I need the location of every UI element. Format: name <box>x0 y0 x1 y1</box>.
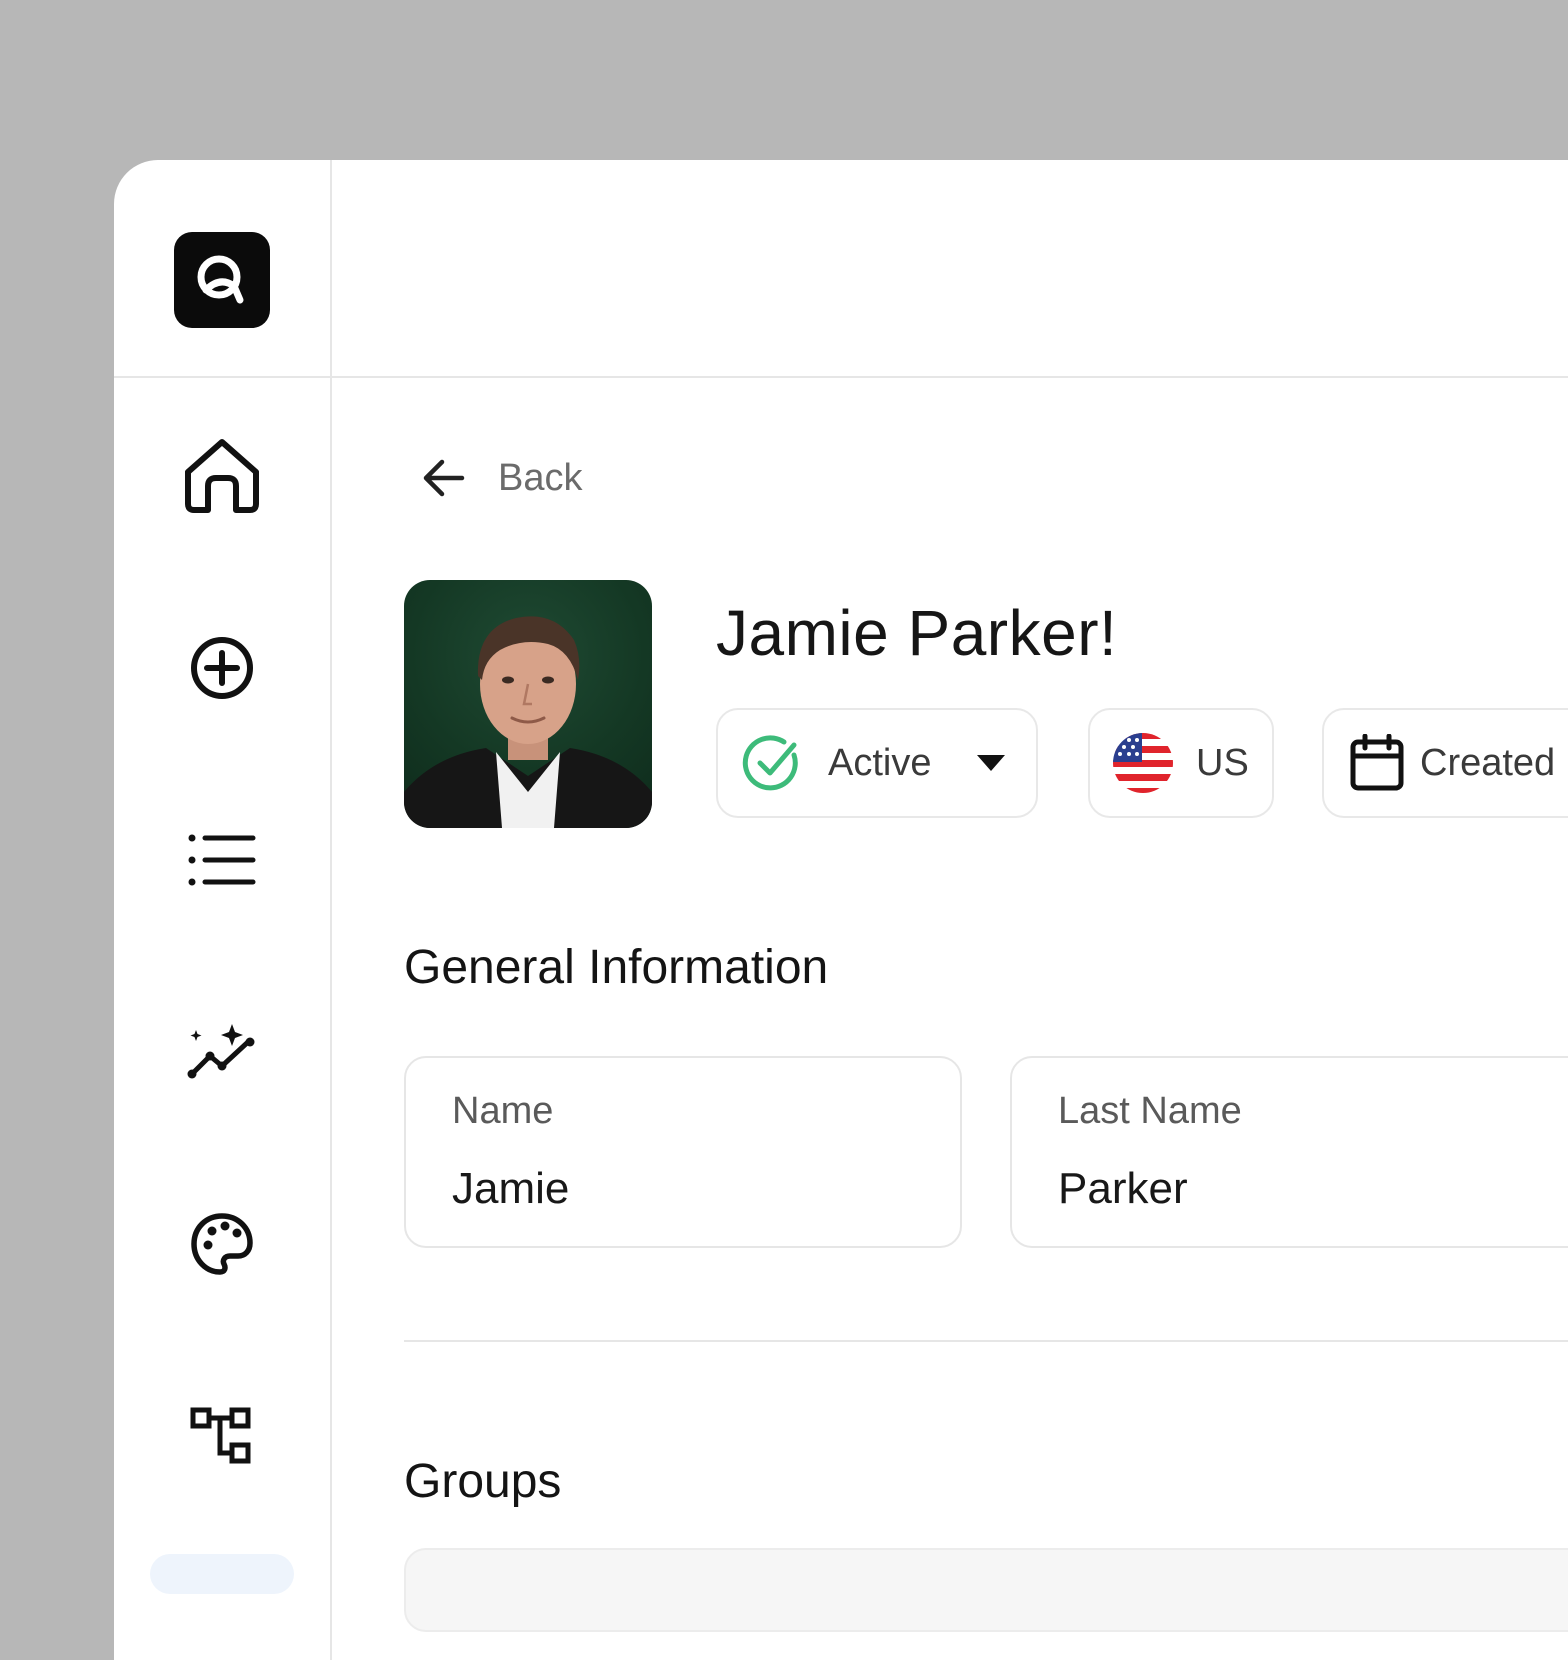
header-divider <box>332 376 1568 378</box>
home-icon <box>185 439 259 513</box>
country-label: US <box>1196 741 1249 784</box>
name-field-value: Jamie <box>452 1164 570 1213</box>
created-chip[interactable]: Created <box>1322 708 1568 818</box>
arrow-left-icon <box>423 459 465 497</box>
sidebar-item-home[interactable] <box>182 436 262 516</box>
sidebar-item-add[interactable] <box>182 628 262 708</box>
page-title: Jamie Parker! <box>716 597 1118 669</box>
hierarchy-icon <box>190 1407 251 1464</box>
groups-container[interactable] <box>404 1548 1568 1632</box>
plus-circle-icon <box>191 637 253 699</box>
calendar-icon <box>1350 734 1404 791</box>
back-label: Back <box>498 456 583 499</box>
general-information-title: General Information <box>404 941 829 994</box>
sidebar-item-active-partial[interactable] <box>150 1554 294 1594</box>
sidebar <box>114 160 332 1660</box>
sidebar-item-analytics[interactable] <box>182 1012 262 1092</box>
list-icon <box>188 834 256 886</box>
check-circle-icon <box>742 735 798 791</box>
logo-icon <box>197 255 244 304</box>
sidebar-item-hierarchy[interactable] <box>182 1396 262 1476</box>
avatar-portrait <box>404 616 652 828</box>
last-name-field[interactable]: Last Name Parker <box>1010 1056 1568 1248</box>
section-divider <box>404 1340 1568 1342</box>
us-flag-icon <box>1113 733 1173 793</box>
last-name-field-label: Last Name <box>1058 1090 1242 1132</box>
name-field[interactable]: Name Jamie <box>404 1056 962 1248</box>
app-logo[interactable] <box>174 232 270 328</box>
status-label: Active <box>828 741 932 784</box>
sidebar-header <box>114 160 330 378</box>
avatar <box>404 580 652 828</box>
last-name-field-value: Parker <box>1058 1164 1188 1213</box>
name-field-label: Name <box>452 1090 554 1132</box>
palette-icon <box>191 1213 253 1275</box>
caret-down-icon <box>977 755 1006 771</box>
sidebar-item-theme[interactable] <box>182 1204 262 1284</box>
country-chip[interactable]: US <box>1088 708 1274 818</box>
created-label: Created <box>1420 741 1556 784</box>
groups-title: Groups <box>404 1455 562 1508</box>
status-dropdown[interactable]: Active <box>716 708 1038 818</box>
back-button[interactable]: Back <box>420 450 582 506</box>
sidebar-item-list[interactable] <box>182 820 262 900</box>
analytics-sparkle-icon <box>187 1024 255 1079</box>
app-window: Back Jamie Parker! Active US Created Gen… <box>114 160 1568 1660</box>
